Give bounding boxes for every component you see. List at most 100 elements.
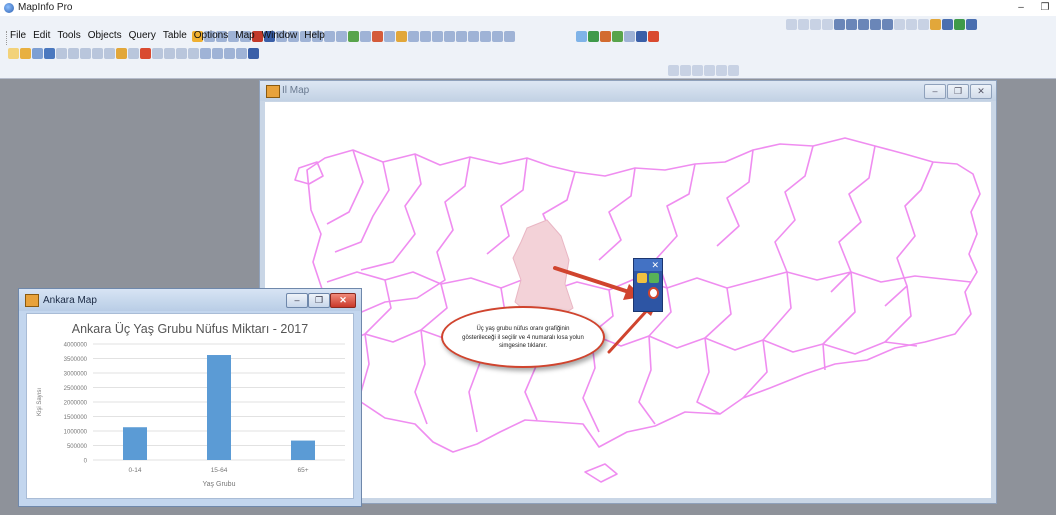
tool-b-icon[interactable] bbox=[680, 65, 691, 76]
layout-list-icon[interactable] bbox=[236, 48, 247, 59]
turkey-provinces-map[interactable] bbox=[265, 102, 993, 500]
redistrict-icon[interactable] bbox=[456, 31, 467, 42]
il-map-titlebar[interactable]: Il Map – ❐ ✕ bbox=[260, 81, 996, 101]
drag-window-icon[interactable] bbox=[360, 31, 371, 42]
tool-d-icon[interactable] bbox=[704, 65, 715, 76]
undo-icon[interactable] bbox=[116, 48, 127, 59]
new-table-icon[interactable] bbox=[8, 48, 19, 59]
new-layout-icon[interactable] bbox=[164, 48, 175, 59]
open-icon[interactable] bbox=[20, 48, 31, 59]
tool-e-icon[interactable] bbox=[716, 65, 727, 76]
grid-icon[interactable] bbox=[200, 48, 211, 59]
tool-a-icon[interactable] bbox=[668, 65, 679, 76]
add-node-icon[interactable] bbox=[918, 19, 929, 30]
graph-icon[interactable] bbox=[480, 31, 491, 42]
clip-region-icon[interactable] bbox=[420, 31, 431, 42]
chart-shortcut-4-icon[interactable] bbox=[647, 287, 659, 299]
menu-options[interactable]: Options bbox=[194, 30, 228, 46]
ankara-titlebar[interactable]: Ankara Map – ❐ ✕ bbox=[19, 289, 361, 311]
copy-icon[interactable] bbox=[92, 48, 103, 59]
layout-icon[interactable] bbox=[492, 31, 503, 42]
app-minimize-button[interactable]: – bbox=[1010, 0, 1032, 16]
globe-icon[interactable] bbox=[588, 31, 599, 42]
polyline-tool-icon[interactable] bbox=[810, 19, 821, 30]
save-icon[interactable] bbox=[44, 48, 55, 59]
app-title: MapInfo Pro bbox=[18, 2, 73, 13]
ankara-minimize-button[interactable]: – bbox=[286, 293, 308, 308]
new-map-icon[interactable] bbox=[140, 48, 151, 59]
il-map-restore-button[interactable]: ❐ bbox=[947, 84, 969, 99]
callout-text: Üç yaş grubu nüfus oranı grafiğinin göst… bbox=[462, 326, 584, 349]
palette-row-1 bbox=[634, 271, 662, 285]
tool-c-icon[interactable] bbox=[692, 65, 703, 76]
statistics-icon[interactable] bbox=[408, 31, 419, 42]
find-icon[interactable] bbox=[504, 31, 515, 42]
legend-icon[interactable] bbox=[396, 31, 407, 42]
y-tick-label: 3000000 bbox=[64, 372, 88, 378]
il-map-close-button[interactable]: ✕ bbox=[970, 84, 992, 99]
symbol-style-icon[interactable] bbox=[930, 19, 941, 30]
y-tick-label: 1500000 bbox=[64, 415, 88, 421]
menu-window[interactable]: Window bbox=[262, 30, 298, 46]
layer-control-icon[interactable] bbox=[372, 31, 383, 42]
info-tool-icon[interactable] bbox=[324, 31, 335, 42]
new-graph-icon[interactable] bbox=[152, 48, 163, 59]
save-copy-icon[interactable] bbox=[56, 48, 67, 59]
table-list-icon[interactable] bbox=[212, 48, 223, 59]
palette-close-button[interactable]: ✕ bbox=[634, 259, 662, 271]
ruler-icon[interactable] bbox=[384, 31, 395, 42]
palette-tool-2-icon[interactable] bbox=[649, 273, 659, 283]
app-restore-button[interactable]: ❐ bbox=[1034, 0, 1056, 16]
tool-manager-icon[interactable] bbox=[624, 31, 635, 42]
menu-file[interactable]: File bbox=[10, 30, 26, 46]
text-tool-icon[interactable] bbox=[882, 19, 893, 30]
new-redistrict-icon[interactable] bbox=[176, 48, 187, 59]
ankara-close-button[interactable]: ✕ bbox=[330, 293, 356, 308]
easy-loader-icon[interactable] bbox=[600, 31, 611, 42]
line-style-icon[interactable] bbox=[942, 19, 953, 30]
hotlink-icon[interactable] bbox=[336, 31, 347, 42]
il-map-canvas[interactable] bbox=[265, 102, 991, 498]
menu-help[interactable]: Help bbox=[304, 30, 325, 46]
run-tool-icon[interactable] bbox=[636, 31, 647, 42]
line-tool-icon[interactable] bbox=[798, 19, 809, 30]
menu-map[interactable]: Map bbox=[235, 30, 254, 46]
map-tool-icon[interactable] bbox=[576, 31, 587, 42]
polygon-tool-icon[interactable] bbox=[834, 19, 845, 30]
ankara-restore-button[interactable]: ❐ bbox=[308, 293, 330, 308]
symbol-tool-icon[interactable] bbox=[786, 19, 797, 30]
text-style-icon[interactable] bbox=[966, 19, 977, 30]
reshape-icon[interactable] bbox=[906, 19, 917, 30]
menu-objects[interactable]: Objects bbox=[88, 30, 122, 46]
menu-tools[interactable]: Tools bbox=[57, 30, 80, 46]
stop-icon[interactable] bbox=[248, 48, 259, 59]
arc-tool-icon[interactable] bbox=[822, 19, 833, 30]
drawing-toolbar bbox=[786, 18, 977, 32]
y-tick-label: 2000000 bbox=[64, 401, 88, 407]
label-tool-icon[interactable] bbox=[348, 31, 359, 42]
tool-f-icon[interactable] bbox=[728, 65, 739, 76]
rectangle-tool-icon[interactable] bbox=[858, 19, 869, 30]
menu-edit[interactable]: Edit bbox=[33, 30, 50, 46]
help-icon[interactable] bbox=[188, 48, 199, 59]
paste-icon[interactable] bbox=[104, 48, 115, 59]
cut-icon[interactable] bbox=[80, 48, 91, 59]
graph-window-icon bbox=[25, 294, 39, 307]
chart-shortcut-icon[interactable] bbox=[648, 31, 659, 42]
geocode-icon[interactable] bbox=[612, 31, 623, 42]
window-list-icon[interactable] bbox=[224, 48, 235, 59]
browse-icon[interactable] bbox=[468, 31, 479, 42]
thematic-icon[interactable] bbox=[444, 31, 455, 42]
rounded-rect-tool-icon[interactable] bbox=[870, 19, 881, 30]
menu-query[interactable]: Query bbox=[129, 30, 156, 46]
new-browser-icon[interactable] bbox=[128, 48, 139, 59]
set-clip-icon[interactable] bbox=[432, 31, 443, 42]
palette-tool-1-icon[interactable] bbox=[637, 273, 647, 283]
il-map-minimize-button[interactable]: – bbox=[924, 84, 946, 99]
region-style-icon[interactable] bbox=[954, 19, 965, 30]
print-icon[interactable] bbox=[68, 48, 79, 59]
ellipse-tool-icon[interactable] bbox=[846, 19, 857, 30]
frame-tool-icon[interactable] bbox=[894, 19, 905, 30]
open-workspace-icon[interactable] bbox=[32, 48, 43, 59]
menu-table[interactable]: Table bbox=[163, 30, 187, 46]
